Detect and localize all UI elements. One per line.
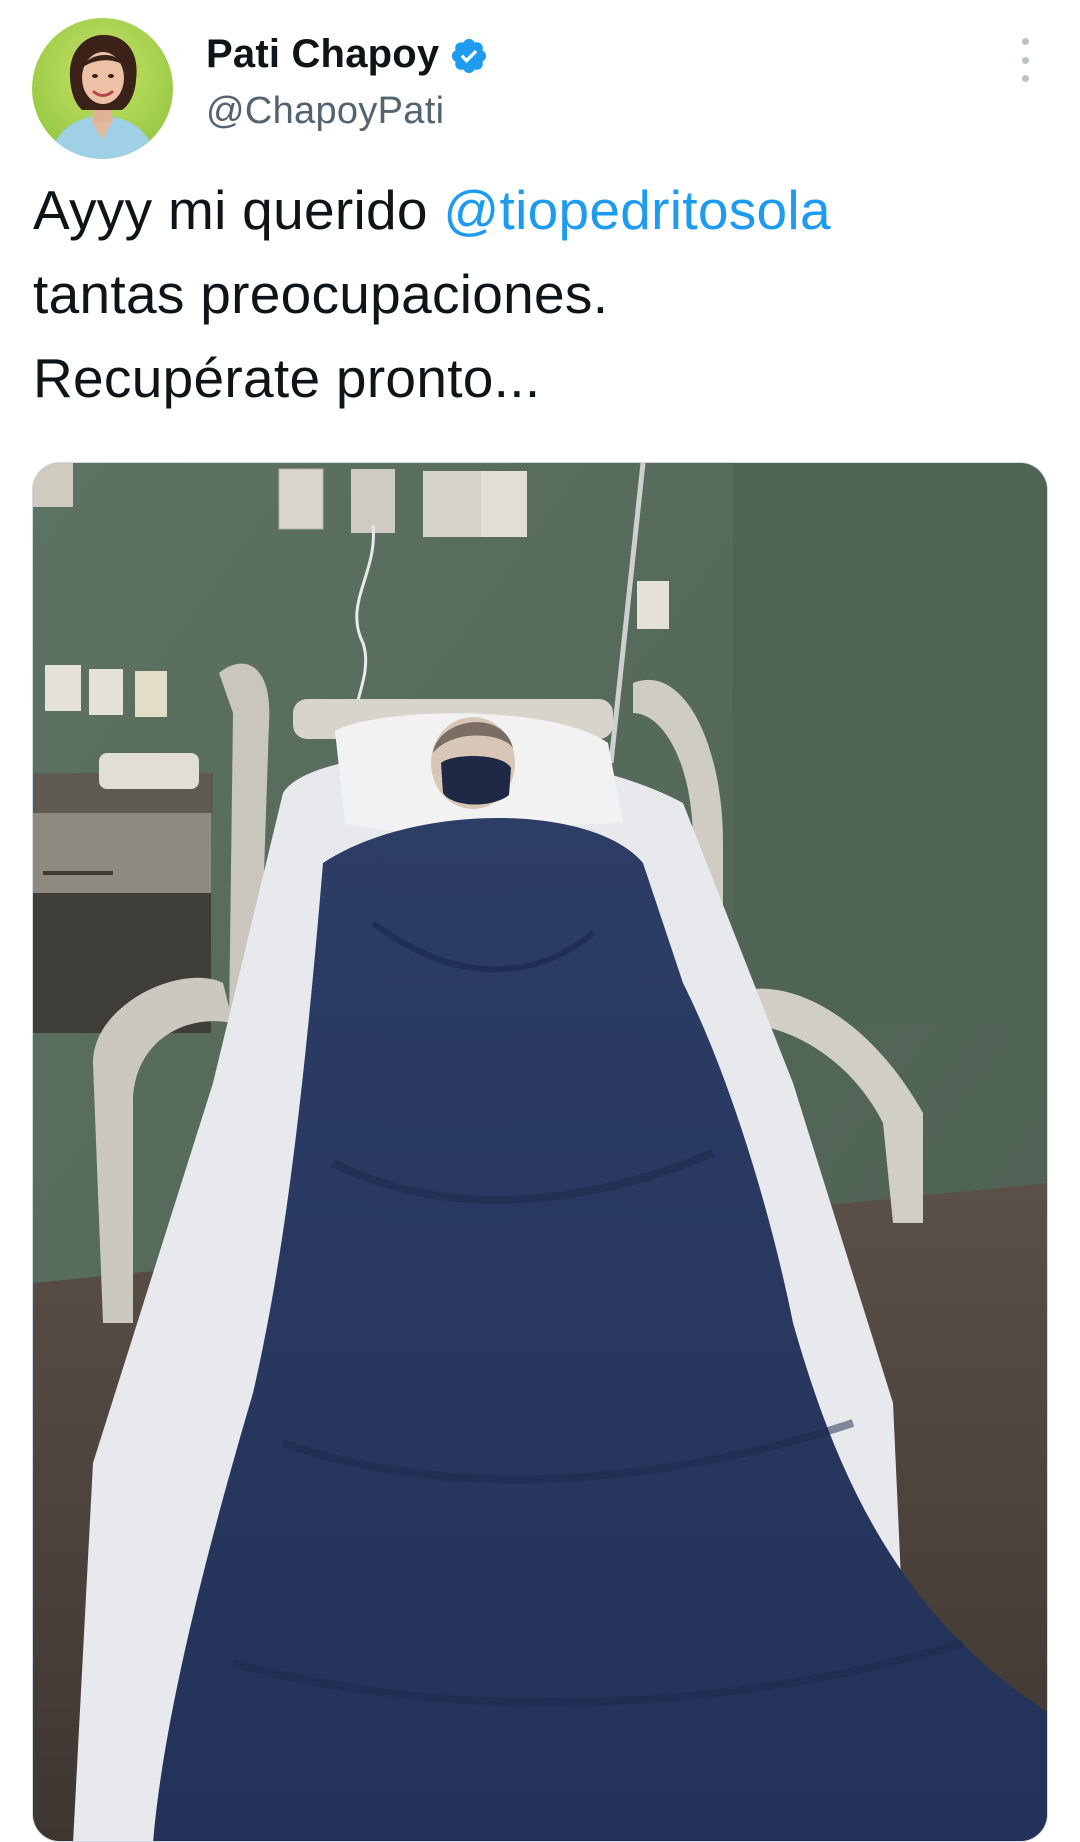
tweet-text-prefix: Ayyy mi querido xyxy=(33,179,444,241)
author-handle[interactable]: @ChapoyPati xyxy=(206,90,489,133)
author-avatar[interactable] xyxy=(32,18,173,159)
tweet-card: Pati Chapoy @ChapoyPati Ayyy mi querido … xyxy=(0,0,1080,1842)
more-vertical-icon[interactable] xyxy=(1010,38,1040,82)
tweet-line-1: Ayyy mi querido @tiopedritosola xyxy=(33,168,1043,252)
tweet-line-3: Recupérate pronto... xyxy=(33,347,541,409)
verified-badge-icon xyxy=(449,36,489,76)
tweet-photo[interactable] xyxy=(32,462,1048,1842)
mention-link[interactable]: @tiopedritosola xyxy=(443,179,831,241)
tweet-line-2: tantas preocupaciones. xyxy=(33,263,609,325)
author-block: Pati Chapoy @ChapoyPati xyxy=(206,30,489,133)
display-name-row: Pati Chapoy xyxy=(206,30,489,78)
tweet-text: Ayyy mi querido @tiopedritosola tantas p… xyxy=(33,168,1043,420)
hospital-photo-image xyxy=(33,463,1047,1841)
avatar-image xyxy=(32,18,173,159)
author-display-name[interactable]: Pati Chapoy xyxy=(206,32,439,77)
menu-dot xyxy=(1021,75,1029,82)
menu-dot xyxy=(1021,56,1029,64)
menu-dot xyxy=(1021,38,1029,45)
